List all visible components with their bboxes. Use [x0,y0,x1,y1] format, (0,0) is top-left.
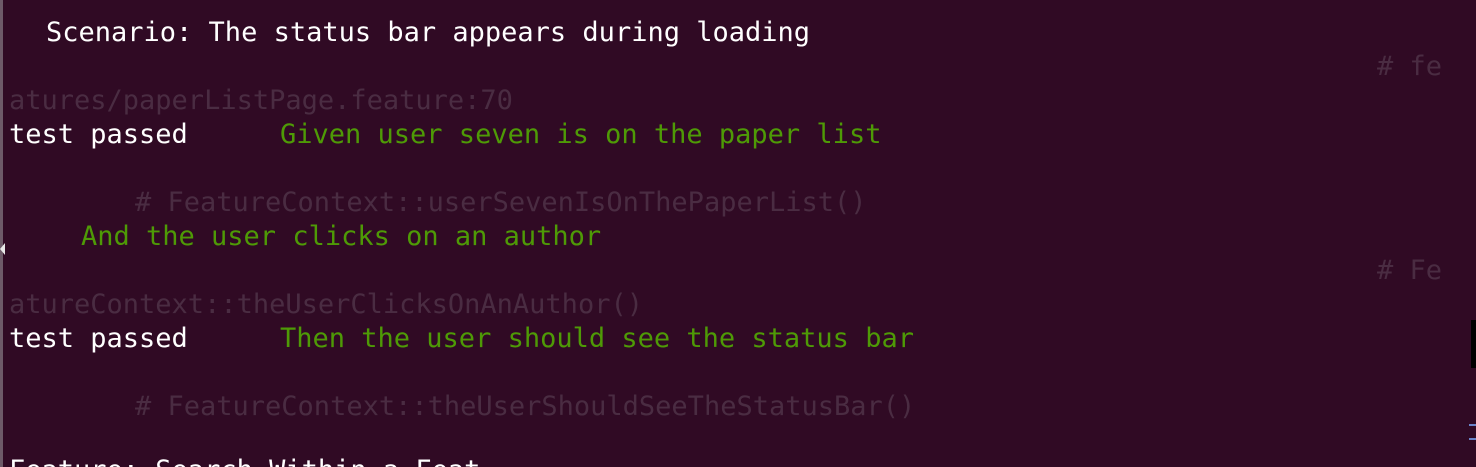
then-step-context-comment: # FeatureContext::theUserShouldSeeTheSta… [135,391,916,422]
terminal-window[interactable]: Scenario: The status bar appears during … [0,0,1476,467]
and-step-context-comment-start: # Fe [1377,255,1443,286]
given-step-context-comment: # FeatureContext::userSevenIsOnThePaperL… [135,187,867,218]
feature-path-comment-end: atures/paperListPage.feature:70 [9,85,513,116]
scenario-line: Scenario: The status bar appears during … [46,17,811,48]
scroll-grip-icon[interactable] [1469,424,1476,440]
step-status-passed: test passed [9,323,188,354]
feature-line-partial: Feature: Search Within a Feat [9,455,480,467]
and-step-context-comment-end: atureContext::theUserClicksOnAnAuthor() [9,289,643,320]
and-step-line: And the user clicks on an author [81,221,602,252]
then-step-line: Then the user should see the status bar [280,323,914,354]
feature-path-comment-start: # fe [1377,51,1443,82]
scrollbar[interactable] [1463,0,1476,467]
step-status-passed: test passed [9,119,188,150]
window-left-border [0,0,3,467]
given-step-line: Given user seven is on the paper list [280,119,882,150]
resize-arrow-icon[interactable] [0,243,5,255]
scrollbar-thumb[interactable] [1471,320,1476,368]
